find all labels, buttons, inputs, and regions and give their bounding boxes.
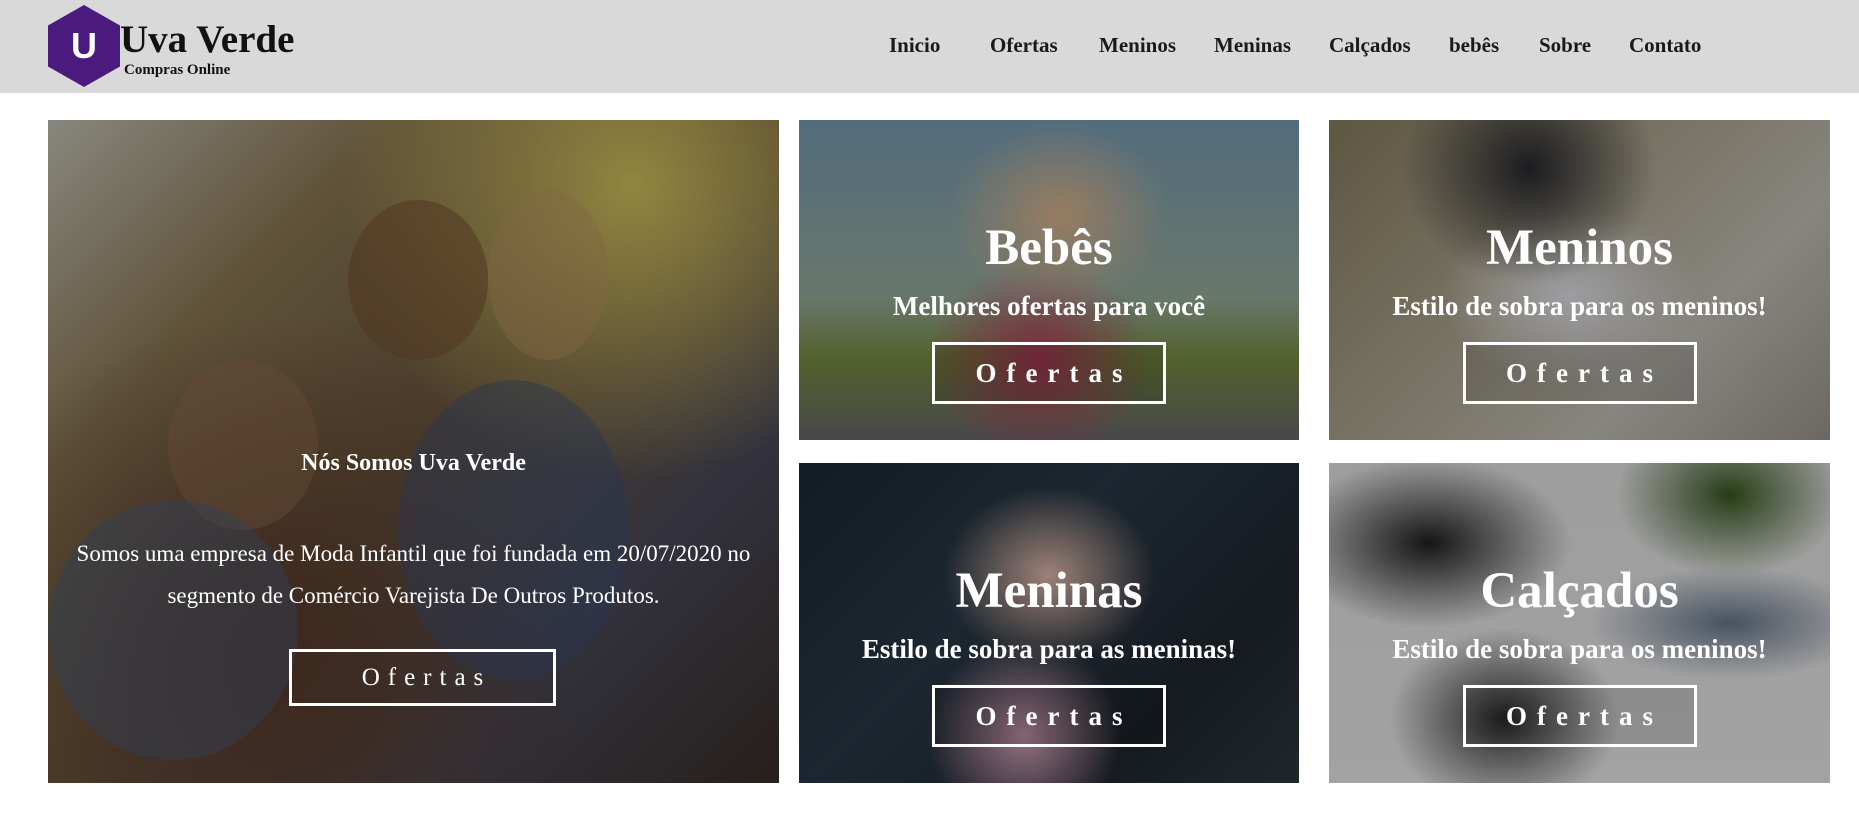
category-tile-calcados[interactable]: Calçados Estilo de sobra para os meninos… <box>1329 463 1830 783</box>
nav-item-sobre[interactable]: Sobre <box>1539 33 1591 58</box>
tile-title: Calçados <box>1480 563 1679 619</box>
button-label: Ofertas <box>975 700 1133 731</box>
tile-title: Bebês <box>985 220 1113 276</box>
button-label: Ofertas <box>975 357 1133 388</box>
meninos-ofertas-button[interactable]: Ofertas <box>1462 342 1697 404</box>
nav-item-bebes[interactable]: bebês <box>1449 33 1499 58</box>
category-tile-bebes[interactable]: Bebês Melhores ofertas para você Ofertas <box>799 120 1299 440</box>
calcados-ofertas-button[interactable]: Ofertas <box>1462 685 1697 747</box>
meninas-ofertas-button[interactable]: Ofertas <box>932 685 1166 747</box>
button-label: Ofertas <box>1506 700 1663 731</box>
nav-item-calcados[interactable]: Calçados <box>1329 33 1411 58</box>
hero-ofertas-button[interactable]: Ofertas <box>289 649 556 706</box>
hero-button-label: Ofertas <box>361 663 492 691</box>
main-nav: Inicio Ofertas Meninos Meninas Calçados … <box>0 33 1859 63</box>
nav-item-meninas[interactable]: Meninas <box>1214 33 1291 58</box>
hero-title: Nós Somos Uva Verde <box>301 450 526 476</box>
tile-subtitle: Estilo de sobra para as meninas! <box>861 634 1237 664</box>
tile-subtitle: Estilo de sobra para os meninos! <box>1392 634 1767 664</box>
category-tile-meninas[interactable]: Meninas Estilo de sobra para as meninas!… <box>799 463 1299 783</box>
tile-subtitle: Melhores ofertas para você <box>892 291 1206 321</box>
site-header: U Uva Verde Compras Online Inicio Oferta… <box>0 0 1859 93</box>
button-label: Ofertas <box>1506 357 1663 388</box>
tile-subtitle: Estilo de sobra para os meninos! <box>1392 291 1767 321</box>
bebes-ofertas-button[interactable]: Ofertas <box>932 342 1166 404</box>
brand-tagline: Compras Online <box>124 62 231 78</box>
hero-description: Somos uma empresa de Moda Infantil que f… <box>76 541 751 608</box>
category-tile-meninos[interactable]: Meninos Estilo de sobra para os meninos!… <box>1329 120 1830 440</box>
nav-item-inicio[interactable]: Inicio <box>889 33 940 58</box>
nav-item-meninos[interactable]: Meninos <box>1099 33 1176 58</box>
hero-banner: Nós Somos Uva Verde Somos uma empresa de… <box>48 120 779 783</box>
tile-title: Meninas <box>955 563 1143 619</box>
nav-item-contato[interactable]: Contato <box>1629 33 1701 58</box>
nav-item-ofertas[interactable]: Ofertas <box>990 33 1058 58</box>
tile-title: Meninos <box>1485 220 1674 276</box>
